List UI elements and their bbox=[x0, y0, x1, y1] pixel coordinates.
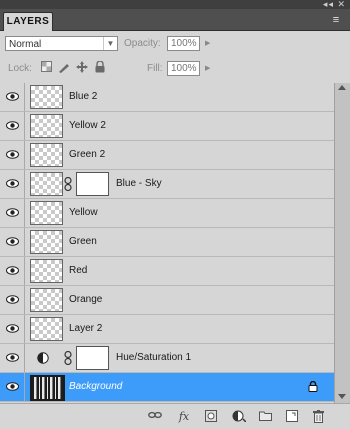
layer-list-scrollbar[interactable] bbox=[334, 83, 350, 403]
visibility-eye-icon[interactable] bbox=[0, 170, 25, 198]
scroll-down-icon[interactable] bbox=[338, 394, 346, 399]
visibility-eye-icon[interactable] bbox=[0, 112, 25, 140]
layer-row[interactable]: Layer 2 bbox=[0, 315, 334, 344]
layer-name[interactable]: Background bbox=[69, 373, 122, 401]
layer-lock-icon bbox=[308, 380, 318, 392]
fill-input[interactable]: 100% bbox=[167, 61, 200, 76]
visibility-eye-icon[interactable] bbox=[0, 344, 25, 372]
mask-link-icon[interactable] bbox=[64, 176, 72, 192]
chevron-down-icon: ▼ bbox=[103, 37, 117, 50]
layer-thumbnail bbox=[30, 85, 63, 109]
visibility-eye-icon[interactable] bbox=[0, 257, 25, 285]
lock-position-icon[interactable] bbox=[76, 61, 88, 73]
tab-layers[interactable]: LAYERS bbox=[3, 12, 53, 31]
layer-row[interactable]: Orange bbox=[0, 286, 334, 315]
visibility-eye-icon[interactable] bbox=[0, 141, 25, 169]
trash-icon[interactable] bbox=[311, 410, 325, 424]
opacity-input[interactable]: 100% bbox=[167, 36, 200, 51]
layer-name[interactable]: Yellow bbox=[69, 199, 98, 227]
layer-thumbnail bbox=[30, 375, 65, 401]
layer-name[interactable]: Green bbox=[69, 228, 97, 256]
opacity-label: Opacity: bbox=[124, 38, 161, 49]
layer-name[interactable]: Red bbox=[69, 257, 87, 285]
tab-row: LAYERS ≡ bbox=[0, 9, 350, 31]
layer-options: Normal ▼ Opacity: 100% ▶ Lock: Fill: 100… bbox=[0, 31, 350, 86]
layers-footer: fx bbox=[0, 403, 350, 429]
layer-name[interactable]: Blue 2 bbox=[69, 83, 97, 111]
layer-thumbnail bbox=[30, 201, 63, 225]
layer-thumbnail bbox=[30, 317, 63, 341]
layer-row[interactable]: Red bbox=[0, 257, 334, 286]
lock-image-icon[interactable] bbox=[58, 61, 70, 73]
lock-label: Lock: bbox=[8, 63, 32, 74]
fx-icon[interactable]: fx bbox=[177, 410, 191, 424]
layer-name[interactable]: Blue - Sky bbox=[116, 170, 162, 198]
layer-thumbnail bbox=[30, 230, 63, 254]
visibility-eye-icon[interactable] bbox=[0, 286, 25, 314]
adjustment-layer-icon[interactable] bbox=[232, 410, 247, 424]
mask-link-icon[interactable] bbox=[64, 350, 72, 366]
layer-thumbnail bbox=[30, 259, 63, 283]
fill-label: Fill: bbox=[147, 63, 163, 74]
layer-thumbnail bbox=[30, 143, 63, 167]
visibility-eye-icon[interactable] bbox=[0, 315, 25, 343]
layer-name[interactable]: Orange bbox=[69, 286, 102, 314]
visibility-eye-icon[interactable] bbox=[0, 199, 25, 227]
layer-name[interactable]: Green 2 bbox=[69, 141, 105, 169]
layer-mask-thumbnail[interactable] bbox=[76, 172, 109, 196]
link-layers-icon[interactable] bbox=[148, 410, 162, 424]
layer-thumbnail bbox=[30, 288, 63, 312]
panel-title-bar: ◂◂ ✕ bbox=[0, 0, 350, 9]
new-group-icon[interactable] bbox=[258, 410, 272, 424]
new-layer-icon[interactable] bbox=[285, 410, 299, 424]
layers-panel: ◂◂ ✕ LAYERS ≡ Normal ▼ Opacity: 100% ▶ L… bbox=[0, 0, 350, 429]
layer-thumbnail bbox=[30, 114, 63, 138]
visibility-eye-icon[interactable] bbox=[0, 373, 25, 401]
scroll-up-icon[interactable] bbox=[338, 85, 346, 90]
visibility-eye-icon[interactable] bbox=[0, 83, 25, 111]
hue-saturation-icon bbox=[37, 352, 49, 364]
layer-name[interactable]: Yellow 2 bbox=[69, 112, 106, 140]
layer-row[interactable]: Background bbox=[0, 373, 334, 402]
layer-thumbnail bbox=[30, 172, 63, 196]
layer-mask-thumbnail[interactable] bbox=[76, 346, 109, 370]
opacity-arrow-icon[interactable]: ▶ bbox=[205, 36, 212, 51]
layer-name[interactable]: Layer 2 bbox=[69, 315, 102, 343]
layer-row[interactable]: Green bbox=[0, 228, 334, 257]
layer-row[interactable]: Green 2 bbox=[0, 141, 334, 170]
panel-menu-icon[interactable]: ≡ bbox=[328, 13, 344, 27]
blend-mode-select[interactable]: Normal ▼ bbox=[5, 36, 118, 51]
add-mask-icon[interactable] bbox=[204, 410, 218, 424]
layer-row[interactable]: Hue/Saturation 1 bbox=[0, 344, 334, 373]
layer-row[interactable]: Yellow bbox=[0, 199, 334, 228]
layer-row[interactable]: Blue 2 bbox=[0, 83, 334, 112]
lock-all-icon[interactable] bbox=[94, 60, 106, 73]
visibility-eye-icon[interactable] bbox=[0, 228, 25, 256]
fill-arrow-icon[interactable]: ▶ bbox=[205, 61, 212, 76]
layer-row[interactable]: Yellow 2 bbox=[0, 112, 334, 141]
layer-name[interactable]: Hue/Saturation 1 bbox=[116, 344, 191, 372]
layer-row[interactable]: Blue - Sky bbox=[0, 170, 334, 199]
layer-list: Blue 2 Yellow 2 Green 2 Blue - Sky Yellow Gre… bbox=[0, 83, 334, 403]
blend-mode-value: Normal bbox=[9, 39, 42, 50]
lock-transparent-icon[interactable] bbox=[40, 61, 52, 73]
